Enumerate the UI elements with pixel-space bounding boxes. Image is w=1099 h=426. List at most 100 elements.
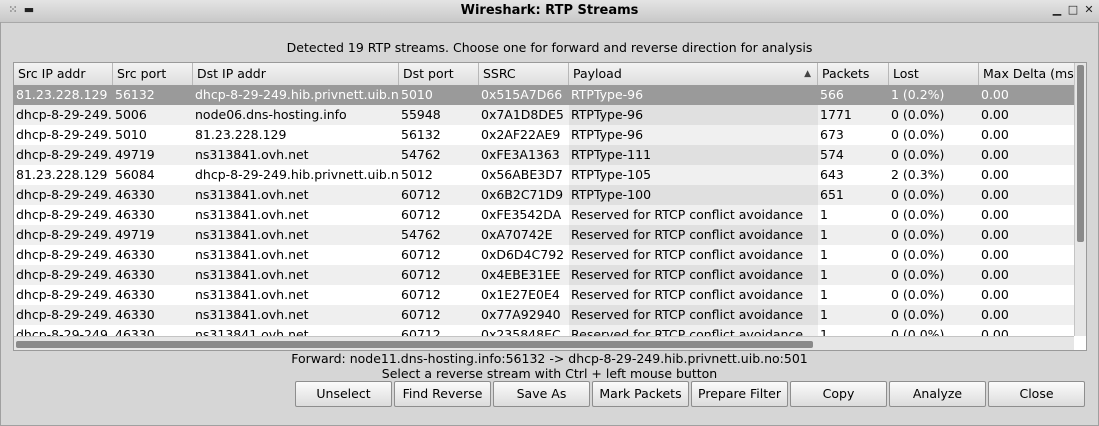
cell-lost: 0 (0.0%) <box>891 267 945 282</box>
minimize-icon[interactable]: ▁ <box>1050 3 1064 17</box>
cell-lost: 0 (0.0%) <box>891 247 945 262</box>
cell-dst-ip: ns313841.ovh.net <box>195 187 309 202</box>
reverse-hint-label: Select a reverse stream with Ctrl + left… <box>381 366 718 381</box>
vertical-scroll-thumb[interactable] <box>1077 65 1084 242</box>
unselect-button[interactable]: Unselect <box>295 381 392 407</box>
cell-src-ip: dhcp-8-29-249.hib.privnett.uib.no <box>16 127 113 142</box>
horizontal-scroll-thumb[interactable] <box>16 341 813 348</box>
cell-lost: 1 (0.2%) <box>891 87 945 102</box>
cell-payload: RTPType-100 <box>569 185 818 205</box>
cell-src-ip: 81.23.228.129 <box>16 167 108 182</box>
column-header-packets[interactable]: Packets <box>818 63 889 85</box>
cell-src-ip: dhcp-8-29-249.hib.privnett.uib.no <box>16 227 113 242</box>
table-row[interactable]: dhcp-8-29-249.hib.privnett.uib.no46330 ns… <box>14 205 1074 225</box>
copy-button[interactable]: Copy <box>790 381 887 407</box>
column-header-src-port[interactable]: Src port <box>113 63 193 85</box>
column-header-dst-ip[interactable]: Dst IP addr <box>193 63 399 85</box>
mark-packets-button[interactable]: Mark Packets <box>592 381 689 407</box>
maximize-icon[interactable]: □ <box>1066 3 1080 17</box>
cell-src-ip: dhcp-8-29-249.hib.privnett.uib.no <box>16 207 113 222</box>
table-body: 81.23.228.129 56132 dhcp-8-29-249.hib.priv… <box>14 85 1074 336</box>
table-row[interactable]: dhcp-8-29-249.hib.privnett.uib.no46330 ns… <box>14 285 1074 305</box>
cell-payload: Reserved for RTCP conflict avoidance <box>569 285 818 305</box>
cell-lost: 0 (0.0%) <box>891 307 945 322</box>
table-row[interactable]: 81.23.228.129 56132 dhcp-8-29-249.hib.priv… <box>14 85 1074 105</box>
cell-packets: 1771 <box>820 107 852 122</box>
cell-lost: 0 (0.0%) <box>891 287 945 302</box>
cell-payload: Reserved for RTCP conflict avoidance <box>569 205 818 225</box>
table-row[interactable]: 81.23.228.129 56084 dhcp-8-29-249.hib.priv… <box>14 165 1074 185</box>
table-row[interactable]: dhcp-8-29-249.hib.privnett.uib.no5010 81.… <box>14 125 1074 145</box>
cell-src-port: 46330 <box>115 327 155 336</box>
cell-src-port: 46330 <box>115 267 155 282</box>
vertical-scrollbar[interactable] <box>1074 63 1086 336</box>
table-row[interactable]: dhcp-8-29-249.hib.privnett.uib.no5006 nod… <box>14 105 1074 125</box>
column-header-dst-port[interactable]: Dst port <box>399 63 479 85</box>
cell-lost: 0 (0.0%) <box>891 227 945 242</box>
header-message: Detected 19 RTP streams. Choose one for … <box>286 40 813 55</box>
prepare-filter-button[interactable]: Prepare Filter <box>691 381 788 407</box>
cell-dst-port: 5010 <box>401 87 433 102</box>
column-header-lost[interactable]: Lost <box>889 63 979 85</box>
table-row[interactable]: dhcp-8-29-249.hib.privnett.uib.no46330 ns… <box>14 185 1074 205</box>
cell-max-delta: 0.00 <box>981 247 1009 262</box>
column-header-src-ip[interactable]: Src IP addr <box>14 63 113 85</box>
cell-ssrc: 0x2AF22AE9 <box>481 127 561 142</box>
close-icon[interactable]: ✕ <box>1082 3 1096 17</box>
cell-src-port: 5006 <box>115 107 147 122</box>
cell-lost: 2 (0.3%) <box>891 167 945 182</box>
cell-ssrc: 0x235848EC <box>481 327 561 336</box>
cell-ssrc: 0x515A7D66 <box>481 87 563 102</box>
cell-ssrc: 0x77A92940 <box>481 307 561 322</box>
cell-src-port: 5010 <box>115 127 147 142</box>
find-reverse-button[interactable]: Find Reverse <box>394 381 491 407</box>
cell-max-delta: 0.00 <box>981 187 1009 202</box>
cell-src-port: 46330 <box>115 247 155 262</box>
cell-dst-port: 54762 <box>401 227 441 242</box>
column-header-max-delta[interactable]: Max Delta (ms) <box>979 63 1074 85</box>
cell-payload: RTPType-96 <box>571 87 644 102</box>
cell-packets: 574 <box>820 147 844 162</box>
cell-src-ip: dhcp-8-29-249.hib.privnett.uib.no <box>16 287 113 302</box>
cell-src-ip: dhcp-8-29-249.hib.privnett.uib.no <box>16 307 113 322</box>
cell-src-port: 46330 <box>115 207 155 222</box>
table-row[interactable]: dhcp-8-29-249.hib.privnett.uib.no46330 ns… <box>14 305 1074 325</box>
cell-dst-ip: 81.23.228.129 <box>195 127 287 142</box>
cell-ssrc: 0x7A1D8DE5 <box>481 107 564 122</box>
cell-src-ip: dhcp-8-29-249.hib.privnett.uib.no <box>16 267 113 282</box>
table-row[interactable]: dhcp-8-29-249.hib.privnett.uib.no46330 ns… <box>14 325 1074 336</box>
column-header-ssrc[interactable]: SSRC <box>479 63 569 85</box>
cell-lost: 0 (0.0%) <box>891 207 945 222</box>
cell-dst-ip: ns313841.ovh.net <box>195 247 309 262</box>
cell-payload: Reserved for RTCP conflict avoidance <box>569 225 818 245</box>
cell-src-port: 49719 <box>115 227 155 242</box>
table-row[interactable]: dhcp-8-29-249.hib.privnett.uib.no49719 ns… <box>14 145 1074 165</box>
table-row[interactable]: dhcp-8-29-249.hib.privnett.uib.no49719 ns… <box>14 225 1074 245</box>
cell-dst-port: 54762 <box>401 147 441 162</box>
horizontal-scrollbar[interactable] <box>14 336 1074 350</box>
table-row[interactable]: dhcp-8-29-249.hib.privnett.uib.no46330 ns… <box>14 265 1074 285</box>
column-header-payload-label: Payload <box>573 66 622 81</box>
window-title: Wireshark: RTP Streams <box>460 3 639 18</box>
cell-ssrc: 0x6B2C71D9 <box>481 187 564 202</box>
rtp-streams-table[interactable]: Src IP addr Src port Dst IP addr Dst por… <box>13 62 1087 351</box>
cell-src-port: 46330 <box>115 287 155 302</box>
cell-lost: 0 (0.0%) <box>891 147 945 162</box>
cell-src-port: 46330 <box>115 307 155 322</box>
close-button[interactable]: Close <box>988 381 1085 407</box>
analyze-button[interactable]: Analyze <box>889 381 986 407</box>
cell-max-delta: 0.00 <box>981 327 1009 336</box>
cell-dst-ip: ns313841.ovh.net <box>195 287 309 302</box>
save-as-button[interactable]: Save As <box>493 381 590 407</box>
cell-packets: 1 <box>820 247 828 262</box>
table-row[interactable]: dhcp-8-29-249.hib.privnett.uib.no46330 ns… <box>14 245 1074 265</box>
cell-max-delta: 0.00 <box>981 147 1009 162</box>
cell-packets: 1 <box>820 327 828 336</box>
cell-src-port: 56084 <box>115 167 155 182</box>
cell-packets: 651 <box>820 187 844 202</box>
column-header-payload[interactable]: Payload ▲ <box>569 63 818 85</box>
cell-dst-ip: dhcp-8-29-249.hib.privnett.uib.no <box>195 167 399 182</box>
cell-ssrc: 0xFE3A1363 <box>481 147 560 162</box>
cell-payload: Reserved for RTCP conflict avoidance <box>569 305 818 325</box>
cell-src-ip: 81.23.228.129 <box>16 87 108 102</box>
